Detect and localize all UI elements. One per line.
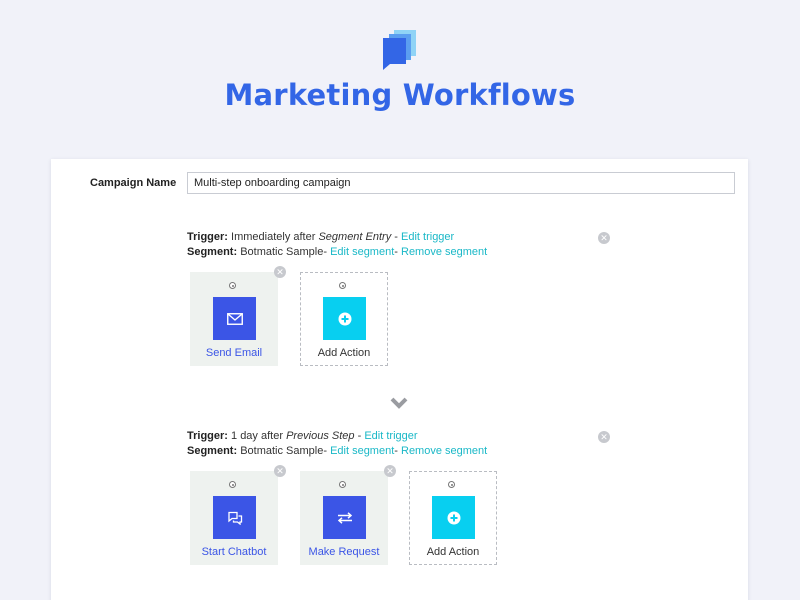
remove-step-icon[interactable]: ✕ (598, 232, 610, 244)
trigger-label: Trigger: (187, 430, 228, 442)
separator: - (394, 246, 398, 258)
workflow-step-1: Trigger: Immediately after Segment Entry… (187, 230, 617, 366)
segment-name: Botmatic Sample- (240, 246, 327, 258)
trigger-event: Previous Step (286, 430, 355, 442)
connector-dot-icon (339, 481, 346, 488)
edit-segment-link[interactable]: Edit segment (330, 445, 394, 457)
remove-segment-link[interactable]: Remove segment (401, 445, 487, 457)
action-label: Start Chatbot (201, 546, 267, 558)
remove-step-icon[interactable]: ✕ (598, 431, 610, 443)
separator: - (357, 430, 362, 442)
segment-line: Segment: Botmatic Sample- Edit segment- … (187, 245, 617, 260)
page-title: Marketing Workflows (224, 78, 576, 112)
remove-action-icon[interactable]: ✕ (274, 465, 286, 477)
add-action-button[interactable]: Add Action (409, 471, 497, 565)
chevron-down-icon (390, 397, 408, 409)
segment-label: Segment: (187, 246, 238, 258)
segment-label: Segment: (187, 445, 238, 457)
logo-icon (383, 30, 416, 70)
remove-action-icon[interactable]: ✕ (384, 465, 396, 477)
action-label: Make Request (308, 546, 380, 558)
action-card-make-request[interactable]: ✕ Make Request (300, 465, 396, 565)
connector-dot-icon (448, 481, 455, 488)
connector-dot-icon (229, 481, 236, 488)
remove-action-icon[interactable]: ✕ (274, 266, 286, 278)
separator: - (394, 445, 398, 457)
segment-line: Segment: Botmatic Sample- Edit segment- … (187, 444, 617, 459)
workflow-step-2: Trigger: 1 day after Previous Step - Edi… (187, 429, 617, 565)
campaign-name-input[interactable] (187, 172, 735, 194)
separator: - (394, 231, 398, 243)
edit-trigger-link[interactable]: Edit trigger (364, 430, 417, 442)
campaign-name-label: Campaign Name (90, 177, 177, 189)
trigger-text: 1 day after (231, 430, 283, 442)
workflow-card: Campaign Name Trigger: Immediately after… (51, 159, 748, 600)
action-label: Add Action (426, 546, 480, 558)
action-card-send-email[interactable]: ✕ Send Email (190, 266, 286, 366)
edit-trigger-link[interactable]: Edit trigger (401, 231, 454, 243)
trigger-line: Trigger: Immediately after Segment Entry… (187, 230, 617, 245)
plus-circle-icon (432, 496, 475, 539)
connector-dot-icon (229, 282, 236, 289)
trigger-line: Trigger: 1 day after Previous Step - Edi… (187, 429, 617, 444)
trigger-event: Segment Entry (318, 231, 392, 243)
edit-segment-link[interactable]: Edit segment (330, 246, 394, 258)
action-card-start-chatbot[interactable]: ✕ Start Chatbot (190, 465, 286, 565)
trigger-text: Immediately after (231, 231, 316, 243)
trigger-label: Trigger: (187, 231, 228, 243)
plus-circle-icon (323, 297, 366, 340)
chat-bubbles-icon (213, 496, 256, 539)
add-action-button[interactable]: Add Action (300, 272, 388, 366)
action-label: Send Email (205, 347, 263, 359)
connector-dot-icon (339, 282, 346, 289)
segment-name: Botmatic Sample- (240, 445, 327, 457)
envelope-icon (213, 297, 256, 340)
action-label: Add Action (317, 347, 371, 359)
remove-segment-link[interactable]: Remove segment (401, 246, 487, 258)
swap-arrows-icon (323, 496, 366, 539)
